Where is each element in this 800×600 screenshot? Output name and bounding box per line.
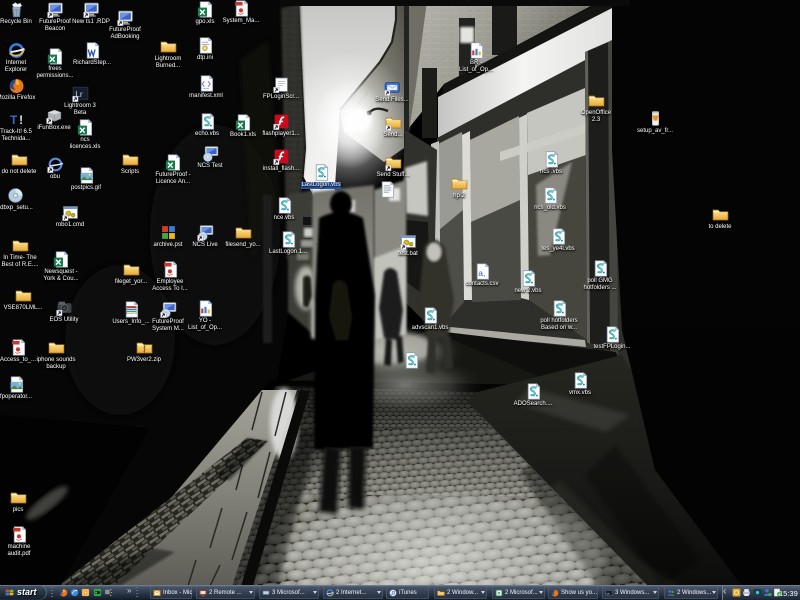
svg-text:cs: cs [607, 591, 611, 595]
